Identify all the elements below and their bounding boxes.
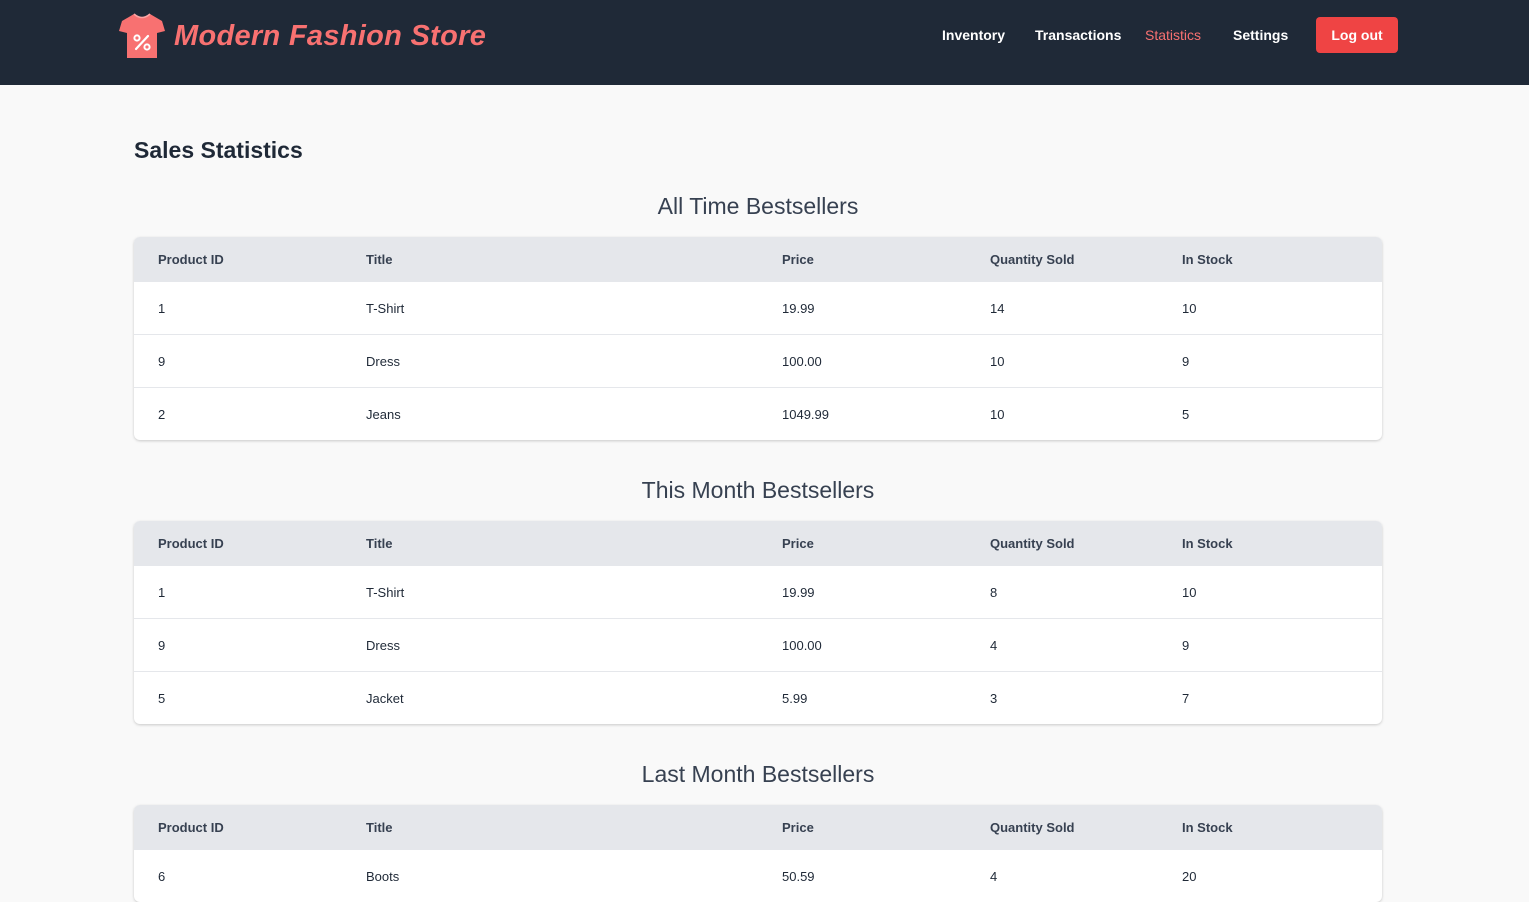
table-cell: 1 — [158, 584, 166, 600]
column-header: In Stock — [1182, 535, 1233, 551]
table-header-row: Product ID Title Price Quantity Sold In Stoc… — [134, 521, 1382, 565]
bestsellers-table-this-month: Product ID Title Price Quantity Sold In Stoc… — [134, 521, 1382, 724]
table-cell: 10 — [1182, 584, 1197, 600]
nav-item-statistics[interactable]: Statistics — [1145, 26, 1201, 44]
column-header: Price — [782, 251, 814, 267]
logout-button[interactable]: Log out — [1316, 17, 1398, 53]
table-cell: 2 — [158, 406, 166, 422]
table-row: 9 Dress 100.00 4 9 — [134, 618, 1382, 671]
page-title: Sales Statistics — [134, 137, 303, 163]
table-cell: 9 — [158, 353, 166, 369]
table-cell: 9 — [1182, 353, 1190, 369]
table-cell: 19.99 — [782, 584, 815, 600]
table-cell: 10 — [990, 353, 1005, 369]
table-cell: 3 — [990, 690, 998, 706]
column-header: Product ID — [158, 535, 224, 551]
column-header: Product ID — [158, 819, 224, 835]
table-cell: 5 — [158, 690, 166, 706]
table-cell: 6 — [158, 868, 166, 884]
bestsellers-table-last-month: Product ID Title Price Quantity Sold In Stoc… — [134, 805, 1382, 902]
table-row: 2 Jeans 1049.99 10 5 — [134, 387, 1382, 440]
brand-name: Modern Fashion Store — [174, 19, 487, 52]
table-row: 1 T-Shirt 19.99 14 10 — [134, 281, 1382, 334]
table-header-row: Product ID Title Price Quantity Sold In Stoc… — [134, 805, 1382, 849]
table-cell: Dress — [366, 353, 400, 369]
column-header: Quantity Sold — [990, 819, 1075, 835]
table-cell: 9 — [158, 637, 166, 653]
table-header-row: Product ID Title Price Quantity Sold In Stoc… — [134, 237, 1382, 281]
column-header: Product ID — [158, 251, 224, 267]
section-heading-last-month: Last Month Bestsellers — [641, 761, 875, 787]
table-cell: Jeans — [366, 406, 401, 422]
table-cell: 50.59 — [782, 868, 815, 884]
tshirt-percent-icon — [119, 13, 165, 58]
table-cell: 19.99 — [782, 300, 815, 316]
table-cell: 100.00 — [782, 637, 822, 653]
column-header: Quantity Sold — [990, 251, 1075, 267]
nav-item-transactions[interactable]: Transactions — [1035, 26, 1121, 44]
column-header: In Stock — [1182, 251, 1233, 267]
table-cell: 5.99 — [782, 690, 808, 706]
table-cell: 4 — [990, 637, 998, 653]
table-cell: 8 — [990, 584, 998, 600]
column-header: Price — [782, 535, 814, 551]
table-cell: Jacket — [366, 690, 404, 706]
nav-item-inventory[interactable]: Inventory — [942, 26, 1005, 44]
table-cell: T-Shirt — [366, 584, 405, 600]
column-header: Title — [366, 251, 393, 267]
table-cell: 5 — [1182, 406, 1190, 422]
table-cell: T-Shirt — [366, 300, 405, 316]
column-header: Quantity Sold — [990, 535, 1075, 551]
table-cell: Dress — [366, 637, 400, 653]
nav-item-settings[interactable]: Settings — [1233, 26, 1288, 44]
table-row: 1 T-Shirt 19.99 8 10 — [134, 565, 1382, 618]
table-cell: 1 — [158, 300, 166, 316]
section-heading-all-time: All Time Bestsellers — [657, 193, 859, 219]
table-cell: 9 — [1182, 637, 1190, 653]
table-cell: 7 — [1182, 690, 1190, 706]
column-header: In Stock — [1182, 819, 1233, 835]
table-row: 6 Boots 50.59 4 20 — [134, 849, 1382, 902]
table-cell: 10 — [1182, 300, 1197, 316]
table-cell: 14 — [990, 300, 1005, 316]
column-header: Title — [366, 535, 393, 551]
table-cell: 100.00 — [782, 353, 822, 369]
table-cell: 4 — [990, 868, 998, 884]
table-cell: 1049.99 — [782, 406, 829, 422]
column-header: Price — [782, 819, 814, 835]
table-row: 9 Dress 100.00 10 9 — [134, 334, 1382, 387]
table-cell: Boots — [366, 868, 400, 884]
column-header: Title — [366, 819, 393, 835]
bestsellers-table-all-time: Product ID Title Price Quantity Sold In Stoc… — [134, 237, 1382, 440]
brand-link[interactable]: Modern Fashion Store — [118, 12, 486, 60]
top-navbar: Modern Fashion Store Inventory Transacti… — [0, 0, 1529, 85]
table-cell: 20 — [1182, 868, 1197, 884]
table-cell: 10 — [990, 406, 1005, 422]
table-row: 5 Jacket 5.99 3 7 — [134, 671, 1382, 724]
section-heading-this-month: This Month Bestsellers — [641, 477, 875, 503]
